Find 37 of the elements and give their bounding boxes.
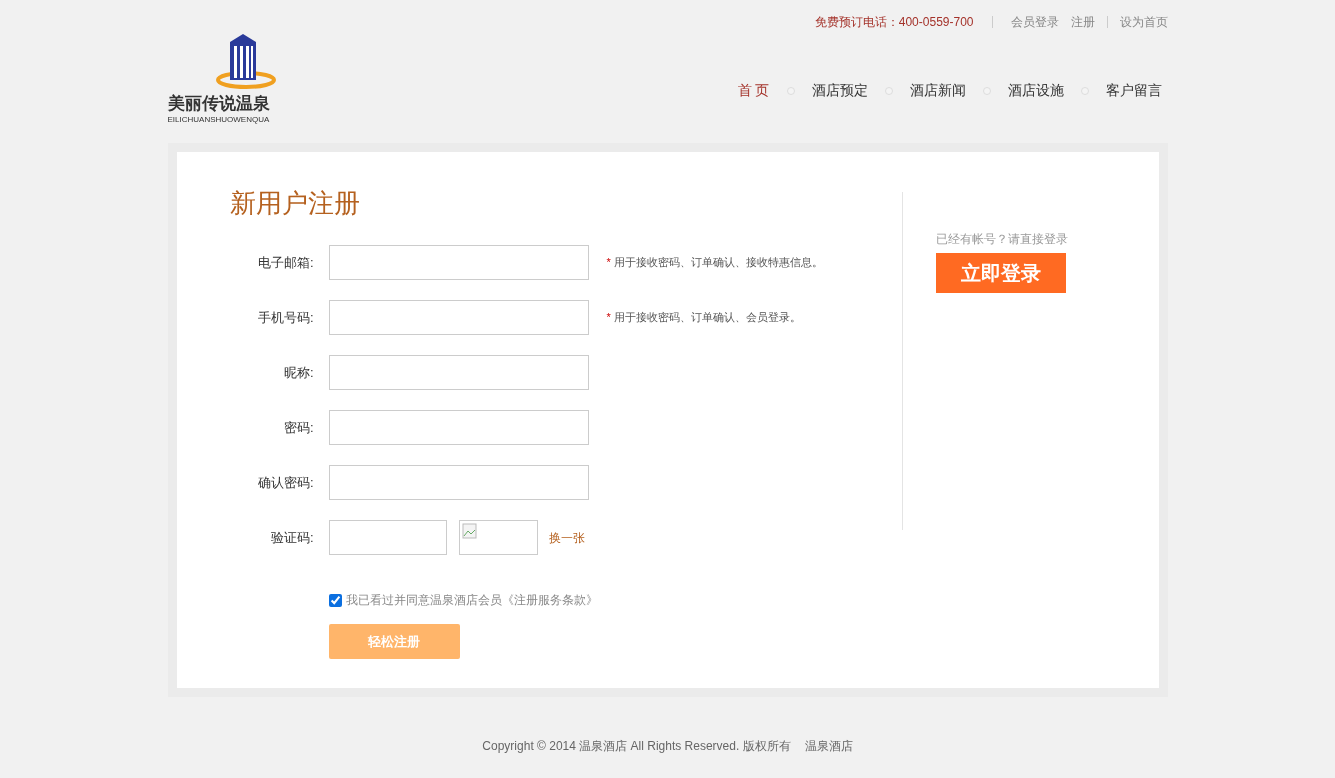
set-homepage-link[interactable]: 设为首页 bbox=[1119, 13, 1168, 31]
field-label: 密码: bbox=[282, 418, 314, 437]
field-hint: 用于接收密码、订单确认、会员登录。 bbox=[613, 310, 801, 326]
copyright-text: Copyright © 2014 温泉酒店 All Rights Reserved. 版权所有 bbox=[482, 738, 791, 755]
site-name: 温泉酒店 bbox=[804, 738, 853, 755]
field-label: 昵称: bbox=[282, 363, 314, 382]
top-link[interactable]: 会员登录 bbox=[1010, 13, 1059, 31]
text-input-field[interactable] bbox=[328, 245, 589, 280]
nav-link[interactable]: 客户留言 bbox=[1099, 80, 1168, 101]
login-button[interactable]: 立即登录 bbox=[935, 253, 1066, 293]
phone-number: 免费预订电话：400-0559-700 bbox=[814, 14, 974, 31]
nav-link[interactable]: 首 页 bbox=[731, 80, 776, 101]
field-label: 电子邮箱: bbox=[256, 253, 314, 272]
text-input-field[interactable] bbox=[328, 355, 589, 390]
nav-link[interactable]: 酒店设施 bbox=[1001, 80, 1070, 101]
agreement-text: 我已看过并同意温泉酒店会员《注册服务条款》 bbox=[345, 592, 598, 609]
logo-name: 美丽传说温泉 bbox=[167, 92, 270, 114]
logo-icon bbox=[215, 32, 276, 90]
logo-subtitle: EILICHUANSHUOWENQUA bbox=[167, 114, 270, 126]
refresh-captcha-link[interactable]: 换一张 bbox=[548, 528, 585, 547]
nav-link[interactable]: 酒店预定 bbox=[805, 80, 874, 101]
field-label: 确认密码: bbox=[256, 473, 314, 492]
required-mark: * bbox=[606, 310, 611, 326]
text-input-field[interactable] bbox=[328, 465, 589, 500]
text-input-field[interactable] bbox=[328, 410, 589, 445]
agreement-checkbox[interactable] bbox=[328, 593, 342, 607]
broken-image-icon bbox=[461, 523, 478, 539]
field-label: 验证码: bbox=[269, 528, 314, 547]
nav-link[interactable]: 酒店新闻 bbox=[903, 80, 972, 101]
captcha-input-field[interactable] bbox=[328, 520, 447, 555]
field-label: 手机号码: bbox=[256, 308, 314, 327]
field-hint: 用于接收密码、订单确认、接收特惠信息。 bbox=[613, 255, 823, 271]
required-mark: * bbox=[606, 255, 611, 271]
page-title: 新用户注册 bbox=[229, 187, 361, 220]
text-input-field[interactable] bbox=[328, 300, 589, 335]
login-prompt: 已经有帐号？请直接登录 bbox=[935, 231, 1068, 248]
top-link[interactable]: 注册 bbox=[1070, 13, 1095, 31]
